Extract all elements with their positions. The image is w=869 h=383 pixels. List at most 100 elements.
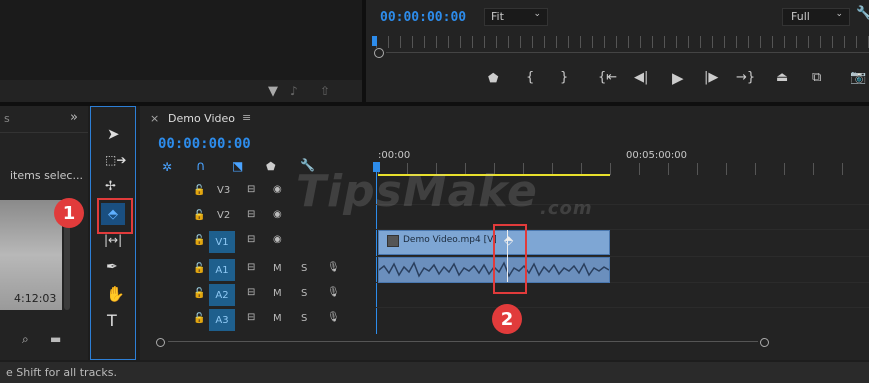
playhead-marker[interactable]	[372, 36, 377, 46]
program-scrollbar[interactable]	[386, 52, 869, 53]
lock-icon[interactable]: 🔓	[193, 235, 205, 246]
pen-tool-icon[interactable]: ✒	[106, 259, 118, 275]
solo-button[interactable]: S	[301, 263, 307, 274]
mark-out-icon[interactable]: }	[560, 70, 568, 85]
close-icon[interactable]: ×	[150, 112, 159, 125]
fx-icon	[387, 235, 399, 247]
annotation-badge-1: 1	[54, 198, 84, 228]
lift-icon[interactable]: ⏏	[776, 70, 788, 85]
thumb-duration: 4:12:03	[14, 292, 57, 305]
marker-icon[interactable]: ⬟	[488, 71, 498, 85]
program-monitor: 00:00:00:00 Fit ⌄ Full ⌄ 🔧 ⬟ { } {⇤ ◀| ▶…	[366, 0, 869, 102]
track-target-v1[interactable]: V1	[209, 231, 235, 253]
program-ruler[interactable]	[376, 36, 869, 48]
search-icon[interactable]: ⌕	[22, 332, 29, 347]
snap-icon[interactable]: ✲	[162, 160, 172, 174]
type-tool-icon[interactable]: T	[107, 311, 117, 330]
watermark-main: TipsMake	[296, 166, 538, 217]
lock-icon[interactable]: 🔓	[193, 210, 205, 221]
track-v1: 🔓 V1 ⊟ ◉	[145, 230, 376, 254]
lock-icon[interactable]: 🔓	[193, 313, 205, 324]
play-icon[interactable]: ▶	[672, 69, 684, 87]
sync-icon[interactable]: ⊟	[247, 262, 255, 273]
program-timecode[interactable]: 00:00:00:00	[380, 10, 466, 25]
linked-selection-icon[interactable]: ∩	[196, 159, 206, 174]
music-icon[interactable]: ♪	[290, 84, 298, 98]
sync-icon[interactable]: ⊟	[247, 209, 255, 220]
slip-tool-icon[interactable]: |↔|	[104, 233, 122, 247]
status-bar: e Shift for all tracks.	[0, 362, 869, 383]
eye-icon[interactable]: ◉	[273, 234, 282, 245]
sequence-timecode[interactable]: 00:00:00:00	[158, 136, 251, 152]
add-marker-icon[interactable]: ⬔	[232, 159, 243, 173]
filter-icon[interactable]: ▼	[268, 84, 278, 99]
eye-icon[interactable]: ◉	[273, 184, 282, 195]
sync-icon[interactable]: ⊟	[247, 234, 255, 245]
track-select-tool-icon[interactable]: ⬚➔	[105, 153, 126, 167]
track-a3: 🔓 A3 ⊟ M S 🎙	[145, 308, 376, 332]
razor-cut-highlight	[493, 224, 527, 294]
timeline-scroll-track[interactable]	[168, 341, 758, 342]
ruler-start-label: :00:00	[378, 150, 411, 161]
camera-icon[interactable]: 📷	[850, 70, 866, 85]
track-target-a1[interactable]: A1	[209, 259, 235, 281]
annotation-badge-2: 2	[492, 304, 522, 334]
timeline-scroll-start-handle[interactable]	[156, 338, 165, 347]
wrench-icon[interactable]: 🔧	[856, 6, 869, 21]
sequence-tab[interactable]: Demo Video	[168, 112, 235, 125]
panel-tab-line	[0, 132, 88, 133]
hand-tool-icon[interactable]: ✋	[106, 285, 125, 303]
lock-icon[interactable]: 🔓	[193, 185, 205, 196]
ripple-edit-tool-icon[interactable]: ✢	[105, 179, 116, 194]
timeline-scroll-end-handle[interactable]	[760, 338, 769, 347]
mic-icon[interactable]: 🎙	[327, 287, 340, 298]
track-target-a2[interactable]: A2	[209, 284, 235, 306]
sync-icon[interactable]: ⊟	[247, 184, 255, 195]
lock-icon[interactable]: 🔓	[193, 263, 205, 274]
clip-thumbnail[interactable]: 4:12:03	[0, 200, 62, 310]
track-name: V3	[217, 185, 231, 196]
status-text: e Shift for all tracks.	[6, 366, 117, 379]
ruler-mark-label: 00:05:00:00	[626, 150, 688, 161]
zoom-select[interactable]: Fit ⌄	[484, 8, 548, 26]
mic-icon[interactable]: 🎙	[327, 262, 340, 273]
go-to-out-icon[interactable]: →}	[736, 70, 755, 85]
mute-button[interactable]: M	[273, 288, 282, 299]
selection-tool-icon[interactable]: ➤	[107, 125, 120, 143]
chevron-down-icon: ⌄	[835, 9, 843, 19]
scroll-handle[interactable]	[374, 48, 384, 58]
mic-icon[interactable]: 🎙	[327, 312, 340, 323]
step-forward-icon[interactable]: |▶	[704, 70, 718, 85]
extract-icon[interactable]: ⧉	[812, 70, 821, 85]
step-back-icon[interactable]: ◀|	[634, 70, 648, 85]
panel-tab-tail[interactable]: s	[4, 112, 10, 125]
clip-label: Demo Video.mp4 [V]	[403, 235, 497, 245]
quality-select[interactable]: Full ⌄	[782, 8, 850, 26]
marker-icon[interactable]: ⬟	[266, 160, 276, 173]
items-selected-label: items selec...	[10, 169, 83, 182]
sync-icon[interactable]: ⊟	[247, 312, 255, 323]
project-panel: s » items selec... 4:12:03 ⌕ ▬	[0, 106, 88, 360]
menu-icon[interactable]: ≡	[242, 111, 251, 124]
folder-icon[interactable]: ▬	[50, 332, 61, 346]
razor-highlight-box	[97, 198, 133, 234]
track-target-a3[interactable]: A3	[209, 309, 235, 331]
solo-button[interactable]: S	[301, 288, 307, 299]
panel-overflow-icon[interactable]: »	[70, 110, 78, 125]
mute-button[interactable]: M	[273, 263, 282, 274]
export-icon[interactable]: ⇧	[320, 84, 330, 98]
track-a2: 🔓 A2 ⊟ M S 🎙	[145, 283, 376, 307]
go-to-in-icon[interactable]: {⇤	[598, 70, 617, 85]
mark-in-icon[interactable]: {	[526, 70, 534, 85]
track-separator	[376, 307, 869, 308]
track-a1: 🔓 A1 ⊟ M S 🎙	[145, 258, 376, 282]
lock-icon[interactable]: 🔓	[193, 288, 205, 299]
watermark-suffix: .com	[540, 198, 593, 219]
chevron-down-icon: ⌄	[533, 9, 541, 19]
source-panel-lower	[0, 80, 362, 102]
track-name: V2	[217, 210, 231, 221]
mute-button[interactable]: M	[273, 313, 282, 324]
solo-button[interactable]: S	[301, 313, 307, 324]
sync-icon[interactable]: ⊟	[247, 287, 255, 298]
eye-icon[interactable]: ◉	[273, 209, 282, 220]
